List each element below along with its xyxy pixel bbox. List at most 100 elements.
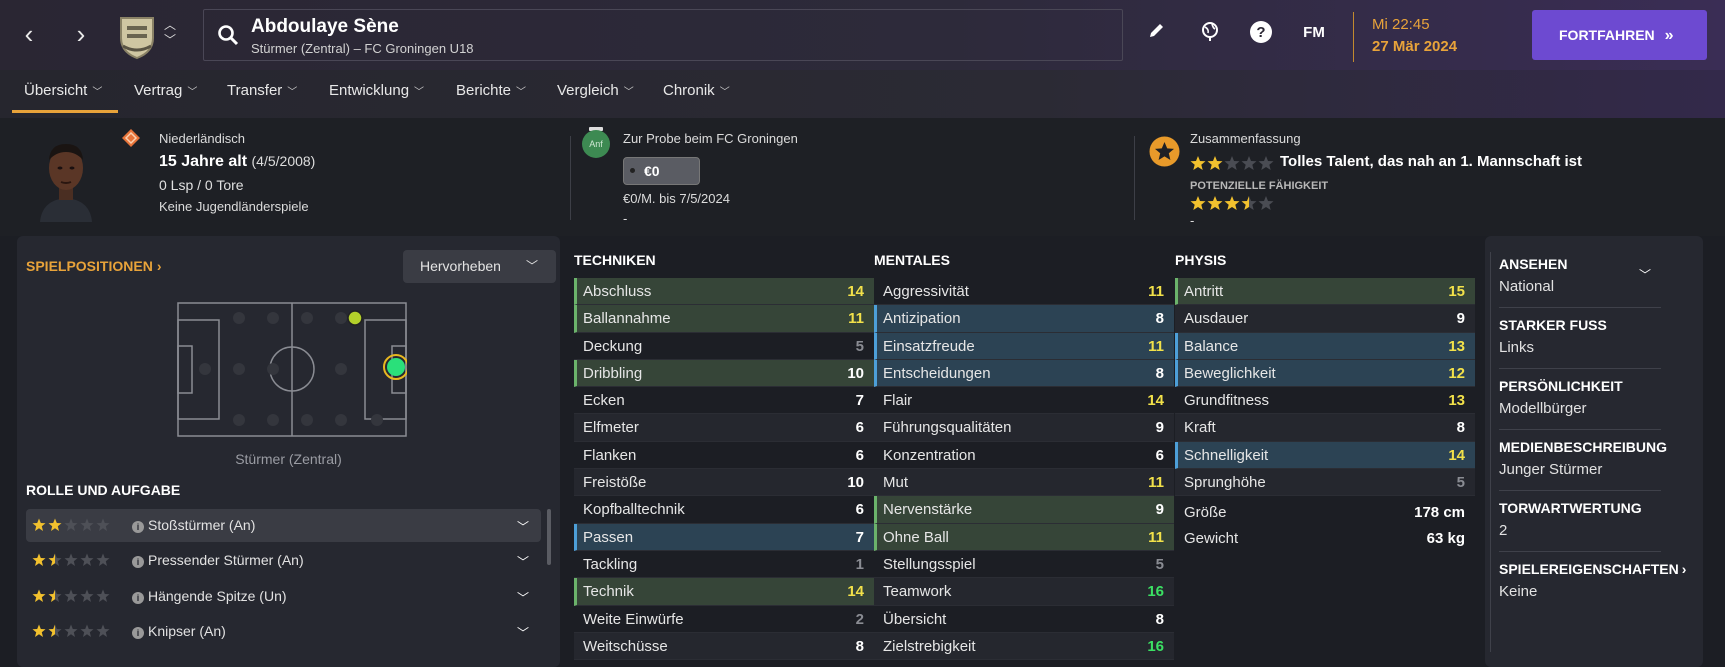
- attribute-row[interactable]: Flanken 6: [574, 442, 874, 470]
- attribute-name: Freistöße: [583, 474, 647, 492]
- goalkeeper-rating-label: TORWARTWERTUNG: [1499, 500, 1642, 516]
- height-value: 178 cm: [1414, 504, 1465, 522]
- role-row[interactable]: i Knipser (An) ﹀: [26, 615, 541, 648]
- attribute-name: Führungsqualitäten: [883, 419, 1012, 437]
- value-tag[interactable]: €0: [623, 157, 700, 185]
- attribute-value: 16: [1147, 583, 1164, 601]
- attribute-row[interactable]: Ecken 7: [574, 387, 874, 415]
- attribute-row[interactable]: Antritt 15: [1175, 278, 1475, 306]
- attribute-name: Übersicht: [883, 610, 947, 628]
- help-icon[interactable]: ?: [1246, 20, 1276, 50]
- chevron-down-icon[interactable]: ﹀: [517, 518, 529, 535]
- attribute-row[interactable]: Beweglichkeit 12: [1175, 359, 1475, 388]
- nationality-flag-icon[interactable]: [121, 128, 141, 153]
- attribute-name: Technik: [583, 583, 634, 601]
- attribute-row[interactable]: Ohne Ball 11: [874, 523, 1174, 551]
- tab-compare[interactable]: Vergleich ﹀: [557, 82, 634, 99]
- attribute-row[interactable]: Nervenstärke 9: [874, 496, 1174, 524]
- attribute-row[interactable]: Weite Einwürfe 2: [574, 606, 874, 633]
- attribute-value: 13: [1448, 337, 1465, 355]
- attribute-value: 8: [1155, 610, 1164, 628]
- youth-caps: Keine Jugendländerspiele: [159, 199, 309, 214]
- attribute-row[interactable]: Dribbling 10: [574, 359, 874, 388]
- roles-scrollbar[interactable]: [547, 509, 551, 565]
- chevron-down-icon[interactable]: ﹀: [517, 589, 529, 606]
- nationality[interactable]: Niederländisch: [159, 131, 245, 146]
- attribute-row[interactable]: Entscheidungen 8: [874, 359, 1174, 388]
- positions-title[interactable]: SPIELPOSITIONEN ›: [26, 258, 161, 274]
- attribute-value: 14: [847, 583, 864, 601]
- attribute-value: 6: [1155, 446, 1164, 464]
- attribute-row[interactable]: Mut 11: [874, 469, 1174, 497]
- attribute-row[interactable]: Konzentration 6: [874, 442, 1174, 470]
- attribute-row[interactable]: Stellungsspiel 5: [874, 551, 1174, 579]
- reputation-item[interactable]: ANSEHEN National ﹀: [1499, 256, 1661, 308]
- attribute-row[interactable]: Flair 14: [874, 387, 1174, 415]
- attribute-row[interactable]: Weitschüsse 8: [574, 632, 874, 661]
- role-row[interactable]: i Stoßstürmer (An) ﹀: [26, 509, 541, 542]
- chevron-down-icon[interactable]: ﹀: [517, 553, 529, 570]
- contract-status[interactable]: Zur Probe beim FC Groningen: [623, 131, 798, 146]
- top-bar: ‹ › ︿ ﹀ Abdoulaye Sène Stürmer (Zentral) …: [0, 0, 1725, 70]
- attribute-row[interactable]: Passen 7: [574, 523, 874, 551]
- physical-list: Antritt 15 Ausdauer 9 Balance 13 Beweglichkeit…: [1175, 278, 1475, 497]
- back-arrow-icon[interactable]: ‹: [14, 18, 44, 50]
- player-traits-item[interactable]: SPIELEREIGENSCHAFTEN › Keine: [1499, 561, 1686, 613]
- pitch-diagram[interactable]: [177, 302, 407, 437]
- search-icon[interactable]: [216, 23, 240, 47]
- tab-reports[interactable]: Berichte ﹀: [456, 82, 526, 99]
- attribute-row[interactable]: Grundfitness 13: [1175, 387, 1475, 415]
- chevron-down-icon[interactable]: ﹀: [517, 624, 529, 641]
- tab-transfer[interactable]: Transfer ﹀: [227, 82, 297, 99]
- role-row[interactable]: i Hängende Spitze (Un) ﹀: [26, 580, 541, 613]
- attribute-row[interactable]: Ballannahme 11: [574, 305, 874, 333]
- tab-development[interactable]: Entwicklung ﹀: [329, 82, 424, 99]
- chevron-down-icon: ﹀: [187, 87, 198, 98]
- tab-overview[interactable]: Übersicht ﹀: [24, 82, 102, 99]
- date-box[interactable]: Mi 22:45 27 Mär 2024: [1353, 12, 1518, 62]
- role-row[interactable]: i Pressender Stürmer (An) ﹀: [26, 544, 541, 577]
- role-name: i Hängende Spitze (Un): [132, 588, 287, 604]
- attribute-row[interactable]: Elfmeter 6: [574, 414, 874, 442]
- chevron-up-icon[interactable]: ︿: [164, 18, 176, 33]
- attribute-row[interactable]: Freistöße 10: [574, 469, 874, 497]
- attribute-row[interactable]: Tackling 1: [574, 551, 874, 579]
- attribute-row[interactable]: Aggressivität 11: [874, 278, 1174, 306]
- attribute-row[interactable]: Abschluss 14: [574, 278, 874, 306]
- attribute-name: Deckung: [583, 337, 643, 355]
- tab-history[interactable]: Chronik ﹀: [663, 82, 730, 99]
- attribute-row[interactable]: Kopfballtechnik 6: [574, 496, 874, 524]
- height-label: Größe: [1184, 504, 1227, 522]
- attribute-row[interactable]: Übersicht 8: [874, 606, 1174, 633]
- attribute-row[interactable]: Antizipation 8: [874, 305, 1174, 333]
- attribute-row[interactable]: Deckung 5: [574, 333, 874, 360]
- player-traits-value: Keine: [1499, 583, 1538, 600]
- attribute-value: 9: [1456, 310, 1465, 328]
- attribute-row[interactable]: Schnelligkeit 14: [1175, 441, 1475, 470]
- attribute-row[interactable]: Balance 13: [1175, 332, 1475, 360]
- globe-icon[interactable]: [1195, 20, 1225, 50]
- attribute-row[interactable]: Technik 14: [574, 578, 874, 606]
- chevron-down-icon[interactable]: ﹀: [1639, 266, 1651, 283]
- highlight-dropdown[interactable]: Hervorheben ﹀: [403, 250, 556, 283]
- club-crest-icon[interactable]: [115, 12, 159, 60]
- tab-contract[interactable]: Vertrag ﹀: [134, 82, 197, 99]
- player-switch-arrows[interactable]: ︿ ﹀: [164, 18, 176, 48]
- attribute-row[interactable]: Teamwork 16: [874, 578, 1174, 606]
- attribute-row[interactable]: Einsatzfreude 11: [874, 332, 1174, 360]
- tab-bar: Übersicht ﹀ Vertrag ﹀ Transfer ﹀ Entwicklun…: [0, 70, 1725, 118]
- attribute-row[interactable]: Zielstrebigkeit 16: [874, 632, 1174, 661]
- chevron-down-icon[interactable]: ﹀: [164, 33, 176, 48]
- attribute-row[interactable]: Sprunghöhe 5: [1175, 469, 1475, 497]
- attribute-value: 5: [855, 337, 864, 355]
- edit-icon[interactable]: [1142, 20, 1172, 50]
- player-avatar[interactable]: [36, 138, 96, 222]
- attribute-row[interactable]: Ausdauer 9: [1175, 305, 1475, 333]
- player-search-box[interactable]: Abdoulaye Sène Stürmer (Zentral) – FC Gr…: [203, 9, 1123, 61]
- attribute-row[interactable]: Kraft 8: [1175, 414, 1475, 442]
- attribute-name: Stellungsspiel: [883, 555, 976, 573]
- forward-arrow-icon[interactable]: ›: [66, 18, 96, 50]
- continue-button[interactable]: FORTFAHREN »: [1532, 10, 1707, 60]
- attribute-row[interactable]: Führungsqualitäten 9: [874, 414, 1174, 442]
- fm-logo[interactable]: FM: [1299, 24, 1329, 54]
